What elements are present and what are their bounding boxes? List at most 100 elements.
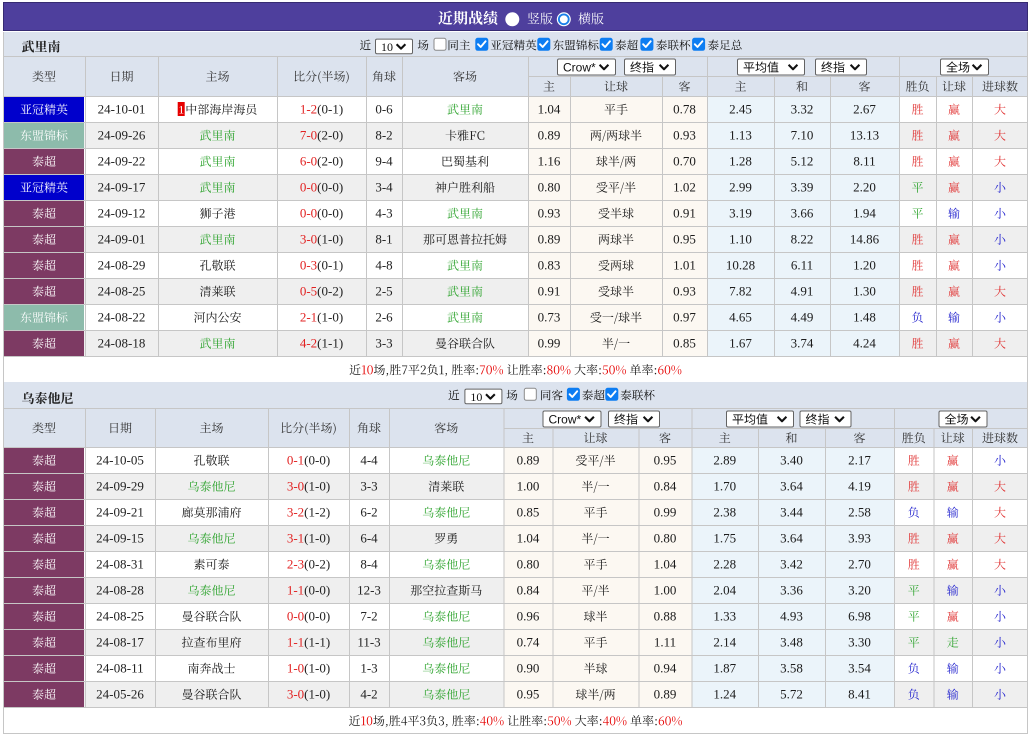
svg-text:24-09-21: 24-09-21 [96,505,144,520]
svg-text:6.98: 6.98 [848,609,871,624]
svg-text:0-6: 0-6 [375,102,393,117]
svg-text:3.30: 3.30 [848,635,871,650]
svg-text:3.19: 3.19 [729,206,752,221]
svg-text:3.66: 3.66 [791,206,814,221]
svg-text:1.94: 1.94 [853,206,876,221]
svg-text:5.12: 5.12 [791,154,814,169]
svg-text:0.91: 0.91 [673,206,696,221]
svg-text:1.67: 1.67 [729,336,752,351]
svg-text:8-1: 8-1 [375,232,392,247]
svg-text:0.78: 0.78 [673,102,696,117]
svg-text:3.40: 3.40 [780,453,803,468]
svg-text:10.28: 10.28 [726,258,755,273]
svg-text:(1-2): (1-2) [304,505,330,520]
svg-text:2-5: 2-5 [375,284,392,299]
svg-text:0.99: 0.99 [654,505,677,520]
svg-text:4.19: 4.19 [848,479,871,494]
svg-text:1-0: 1-0 [287,661,304,676]
svg-text:0.80: 0.80 [654,531,677,546]
svg-text:0.93: 0.93 [673,284,696,299]
svg-text:0.80: 0.80 [538,180,561,195]
svg-text:(1-0): (1-0) [304,661,330,676]
svg-text:2.20: 2.20 [853,180,876,195]
svg-text:3.32: 3.32 [791,102,814,117]
svg-text:(0-0): (0-0) [317,206,343,221]
svg-text:4-3: 4-3 [375,206,392,221]
svg-text:1.16: 1.16 [538,154,561,169]
svg-text:4.93: 4.93 [780,609,803,624]
svg-text:24-08-29: 24-08-29 [98,258,146,273]
svg-text:(2-0): (2-0) [317,128,343,143]
svg-text:24-08-11: 24-08-11 [96,661,143,676]
svg-text:(1-0): (1-0) [317,310,343,325]
svg-text:3.58: 3.58 [780,661,803,676]
svg-text:1.04: 1.04 [538,102,561,117]
svg-text:0.83: 0.83 [538,258,561,273]
svg-text:13.13: 13.13 [850,128,879,143]
svg-text:24-05-26: 24-05-26 [96,687,144,702]
svg-text:8-4: 8-4 [360,557,378,572]
svg-text:2.70: 2.70 [848,557,871,572]
svg-text:11-3: 11-3 [357,635,380,650]
svg-text:0.93: 0.93 [538,206,561,221]
svg-text:1.87: 1.87 [713,661,736,676]
svg-text:1-3: 1-3 [360,661,377,676]
svg-text:3-4: 3-4 [375,180,393,195]
svg-text:2.45: 2.45 [729,102,752,117]
svg-text:12-3: 12-3 [357,583,381,598]
svg-text:24-09-01: 24-09-01 [98,232,146,247]
svg-text:1.70: 1.70 [713,479,736,494]
svg-text:3.42: 3.42 [780,557,803,572]
svg-text:0.84: 0.84 [517,583,540,598]
svg-text:5.72: 5.72 [780,687,803,702]
svg-text:1-1: 1-1 [287,583,304,598]
svg-text:1.13: 1.13 [729,128,752,143]
svg-text:7-0: 7-0 [300,128,317,143]
svg-text:2.28: 2.28 [713,557,736,572]
svg-text:0.74: 0.74 [517,635,540,650]
svg-text:3.44: 3.44 [780,505,803,520]
svg-text:1-2: 1-2 [300,102,317,117]
svg-text:4-2: 4-2 [360,687,377,702]
svg-text:2.89: 2.89 [713,453,736,468]
svg-text:2.99: 2.99 [729,180,752,195]
svg-text:24-09-26: 24-09-26 [98,128,146,143]
svg-text:0.99: 0.99 [538,336,561,351]
svg-text:14.86: 14.86 [850,232,880,247]
svg-text:(1-1): (1-1) [317,336,343,351]
svg-text:3.64: 3.64 [780,531,803,546]
svg-text:6-0: 6-0 [300,154,317,169]
svg-text:(0-1): (0-1) [317,102,343,117]
svg-text:1.33: 1.33 [713,609,736,624]
svg-text:3.39: 3.39 [791,180,814,195]
svg-text:1.30: 1.30 [853,284,876,299]
svg-text:3-2: 3-2 [287,505,304,520]
svg-text:4.24: 4.24 [853,336,876,351]
svg-text:0-0: 0-0 [287,609,304,624]
svg-text:0.88: 0.88 [654,609,677,624]
svg-text:24-08-25: 24-08-25 [98,284,146,299]
svg-text:4.65: 4.65 [729,310,752,325]
svg-text:(0-2): (0-2) [317,284,343,299]
svg-text:1.24: 1.24 [713,687,736,702]
svg-text:1.00: 1.00 [517,479,540,494]
svg-text:0.95: 0.95 [654,453,677,468]
svg-text:2.17: 2.17 [848,453,871,468]
svg-text:8.41: 8.41 [848,687,871,702]
svg-text:1.10: 1.10 [729,232,752,247]
svg-text:0.95: 0.95 [673,232,696,247]
svg-text:0.95: 0.95 [517,687,540,702]
svg-text:2-1: 2-1 [300,310,317,325]
svg-text:0-0: 0-0 [300,180,317,195]
svg-text:8.22: 8.22 [791,232,814,247]
svg-text:3-1: 3-1 [287,531,304,546]
svg-text:3.20: 3.20 [848,583,871,598]
svg-text:10: 10 [470,390,482,404]
svg-text:(1-0): (1-0) [304,479,330,494]
svg-text:24-09-22: 24-09-22 [98,154,146,169]
svg-text:3.36: 3.36 [780,583,803,598]
svg-text:1-1: 1-1 [287,635,304,650]
svg-text:1.48: 1.48 [853,310,876,325]
svg-text:3.64: 3.64 [780,479,803,494]
svg-text:0.80: 0.80 [517,557,540,572]
